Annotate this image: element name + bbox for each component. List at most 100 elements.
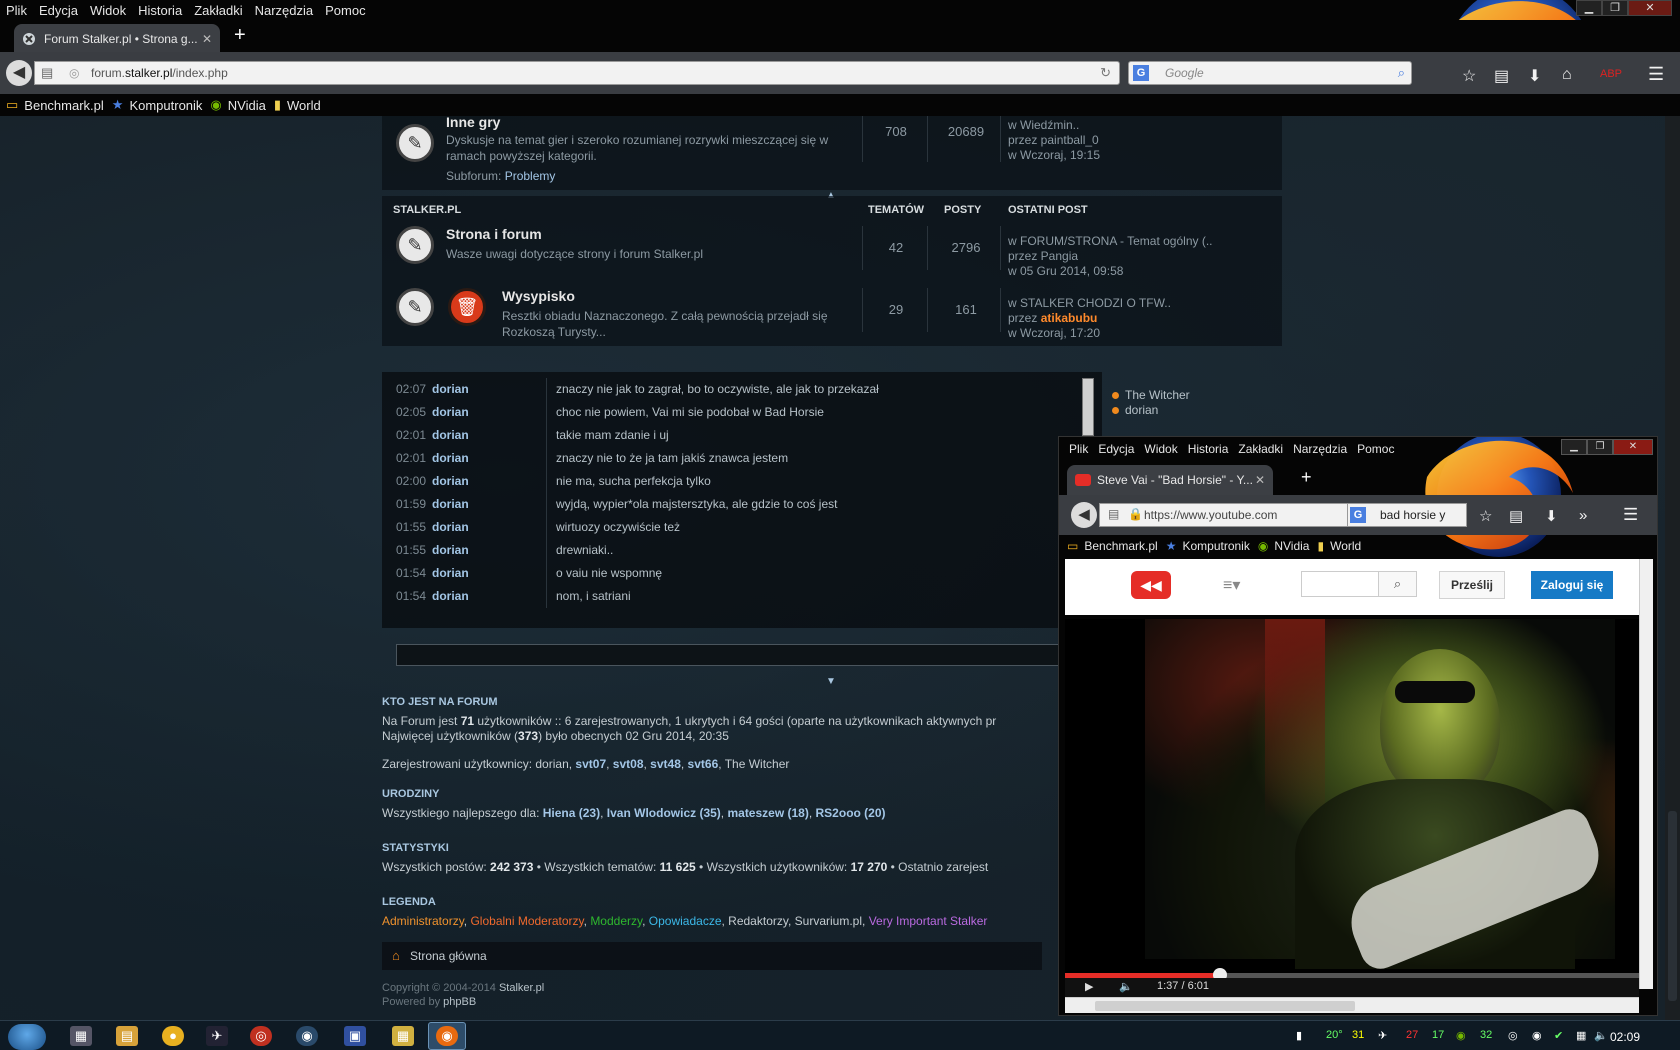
taskbar-app-icon[interactable]: ▦ [70, 1026, 92, 1046]
youtube-search-input[interactable]: ⌕ [1301, 571, 1417, 597]
youtube-scrollbar[interactable] [1639, 559, 1653, 989]
legend-vis[interactable]: Very Important Stalker [869, 914, 988, 928]
minimize-button[interactable]: ▁ [1561, 439, 1587, 455]
category-title[interactable]: STALKER.PL [393, 204, 461, 216]
tab-youtube[interactable]: Steve Vai - "Bad Horsie" - Y... ✕ [1067, 465, 1273, 495]
menu-pomoc[interactable]: Pomoc [319, 3, 371, 18]
back-button[interactable]: ◀ [6, 60, 32, 86]
magnifier-icon[interactable]: ⌕ [1398, 65, 1405, 81]
expand-down-icon[interactable]: ▼ [826, 676, 836, 687]
reload-icon[interactable]: ↻ [1100, 65, 1111, 81]
volume-icon[interactable]: 🔈 [1119, 980, 1133, 993]
taskbar-firefox[interactable]: ◉ [428, 1022, 466, 1050]
youtube-browser-window[interactable]: Plik Edycja Widok Historia Zakładki Narz… [1058, 436, 1658, 1016]
tray-check-icon[interactable]: ✔ [1554, 1029, 1563, 1042]
menu-zakladki[interactable]: Zakładki [188, 3, 248, 18]
explorer-icon[interactable]: ▤ [116, 1026, 138, 1046]
tray-volume-icon[interactable]: 🔈 [1594, 1029, 1608, 1042]
media-player-icon[interactable]: ● [162, 1026, 184, 1046]
menu-historia[interactable]: Historia [1188, 442, 1229, 456]
clock[interactable]: 02:09 [1610, 1030, 1640, 1044]
last-post-user-link[interactable]: atikabubu [1041, 311, 1098, 325]
google-icon[interactable]: G [1350, 507, 1366, 523]
save-icon[interactable]: ▣ [344, 1026, 366, 1046]
scrollbar-thumb[interactable] [1095, 1001, 1355, 1011]
tray-speed-icon[interactable]: ▮ [1296, 1029, 1302, 1042]
menu-plik[interactable]: Plik [0, 3, 33, 18]
search-icon[interactable]: ⌕ [1378, 572, 1416, 596]
tray-steam-icon[interactable]: ◉ [1532, 1029, 1542, 1042]
overflow-icon[interactable]: » [1579, 507, 1587, 524]
new-tab-button[interactable]: + [1301, 467, 1312, 488]
adblock-icon[interactable]: ABP [1600, 68, 1622, 80]
forum-title-wysypisko[interactable]: Wysypisko [502, 288, 575, 304]
guide-menu-icon[interactable]: ≡▾ [1223, 575, 1240, 595]
online-user[interactable]: dorian [1112, 403, 1158, 417]
bookmark-komputronik[interactable]: ★ Komputronik [112, 97, 203, 113]
home-breadcrumb[interactable]: ⌂ Strona główna [382, 942, 1042, 970]
tray-app-icon[interactable]: ◎ [1508, 1029, 1518, 1042]
hamburger-menu-icon[interactable]: ☰ [1648, 64, 1664, 85]
subforum-link[interactable]: Problemy [505, 169, 556, 183]
scrollbar-thumb[interactable] [1668, 811, 1677, 1001]
menu-zakladki[interactable]: Zakładki [1238, 442, 1283, 456]
shoutbox-input[interactable] [396, 644, 1062, 666]
forum-title-strona[interactable]: Strona i forum [446, 226, 542, 242]
home-icon[interactable]: ⌂ [1562, 66, 1572, 84]
bookmarks-menu-icon[interactable]: ▤ [1494, 66, 1509, 86]
legend-modders[interactable]: Modderzy [590, 914, 642, 928]
bookmark-benchmark[interactable]: ▭ Benchmark.pl [1067, 539, 1158, 553]
menu-edycja[interactable]: Edycja [33, 3, 84, 18]
legend-global-mods[interactable]: Globalni Moderatorzy [470, 914, 583, 928]
steam-icon[interactable]: ◉ [296, 1026, 318, 1046]
legend-editors[interactable]: Redaktorzy [728, 914, 788, 928]
bookmark-benchmark[interactable]: ▭ Benchmark.pl [6, 97, 104, 113]
menu-narzedzia[interactable]: Narzędzia [249, 3, 320, 18]
search-bar[interactable]: G bad horsie y [1347, 503, 1467, 527]
tab-close-icon[interactable]: ✕ [1255, 473, 1265, 487]
bookmark-world[interactable]: ▮ World [1317, 539, 1361, 553]
bookmarks-menu-icon[interactable]: ▤ [1509, 507, 1523, 525]
menu-widok[interactable]: Widok [1144, 442, 1177, 456]
plane-icon[interactable]: ✈ [206, 1026, 228, 1046]
close-window-button[interactable]: ✕ [1628, 0, 1672, 16]
play-icon[interactable]: ▶ [1085, 980, 1093, 993]
page-scrollbar[interactable] [1665, 116, 1680, 1020]
shoutbox-scrollbar[interactable] [1082, 378, 1094, 436]
start-button[interactable] [8, 1024, 46, 1050]
bookmark-nvidia[interactable]: ◉ NVidia [210, 97, 265, 113]
close-window-button[interactable]: ✕ [1613, 439, 1653, 455]
tab-forum[interactable]: Forum Stalker.pl • Strona g... ✕ [14, 24, 220, 54]
legend-storytellers[interactable]: Opowiadacze [649, 914, 722, 928]
legend-admins[interactable]: Administratorzy [382, 914, 464, 928]
menu-edycja[interactable]: Edycja [1098, 442, 1134, 456]
maximize-button[interactable]: ❐ [1587, 439, 1613, 455]
tray-network-icon[interactable]: ▦ [1576, 1029, 1586, 1042]
menu-historia[interactable]: Historia [132, 3, 188, 18]
google-icon[interactable]: G [1133, 65, 1149, 81]
bookmark-nvidia[interactable]: ◉ NVidia [1258, 539, 1310, 553]
download-icon[interactable]: ⬇ [1545, 507, 1558, 525]
tray-plane-icon[interactable]: ✈ [1378, 1029, 1387, 1042]
menu-pomoc[interactable]: Pomoc [1357, 442, 1394, 456]
forum-title-inne-gry[interactable]: Inne gry [446, 116, 500, 130]
horizontal-scrollbar[interactable] [1065, 997, 1639, 1013]
bookmark-komputronik[interactable]: ★ Komputronik [1166, 539, 1250, 553]
tab-close-icon[interactable]: ✕ [202, 32, 212, 46]
maximize-button[interactable]: ❐ [1602, 0, 1628, 16]
screenshot-icon[interactable]: ▦ [392, 1026, 414, 1046]
bookmark-world[interactable]: ▮ World [274, 97, 321, 113]
hamburger-menu-icon[interactable]: ☰ [1623, 505, 1638, 525]
origin-icon[interactable]: ◎ [250, 1026, 272, 1046]
sign-in-button[interactable]: Zaloguj się [1531, 571, 1613, 599]
new-tab-button[interactable]: + [234, 24, 246, 47]
menu-plik[interactable]: Plik [1069, 442, 1088, 456]
tray-nvidia-icon[interactable]: ◉ [1456, 1029, 1466, 1042]
legend-survarium[interactable]: Survarium.pl [795, 914, 862, 928]
menu-narzedzia[interactable]: Narzędzia [1293, 442, 1347, 456]
online-user[interactable]: The Witcher [1112, 388, 1190, 402]
youtube-logo-icon[interactable]: ◀◀ [1131, 571, 1171, 599]
minimize-button[interactable]: ▁ [1576, 0, 1602, 16]
search-bar[interactable]: G Google ⌕ [1128, 61, 1412, 85]
download-icon[interactable]: ⬇ [1528, 66, 1541, 86]
